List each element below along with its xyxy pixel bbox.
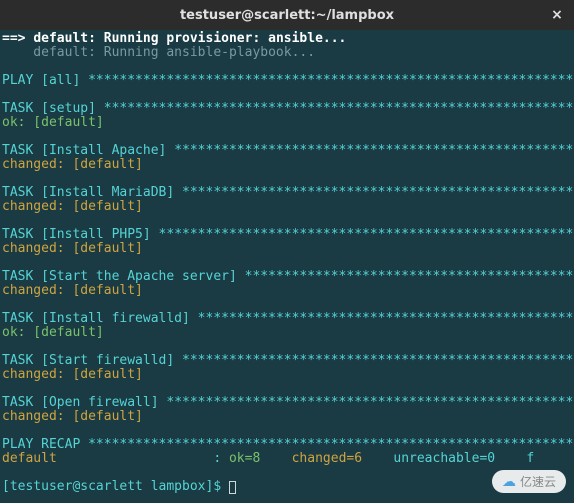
terminal-line xyxy=(2,256,572,270)
terminal-text: ok=8 xyxy=(229,451,260,466)
terminal-line: changed: [default] xyxy=(2,368,572,382)
terminal-line: TASK [Install MariaDB] *****************… xyxy=(2,186,572,200)
terminal-line: changed: [default] xyxy=(2,410,572,424)
terminal-text: ****************************************… xyxy=(198,311,574,326)
watermark-text: 亿速云 xyxy=(520,473,556,490)
terminal-line xyxy=(2,298,572,312)
terminal-text xyxy=(2,171,10,186)
terminal-line: PLAY RECAP *****************************… xyxy=(2,438,572,452)
cloud-icon: ☁ xyxy=(502,473,516,490)
terminal-text: default xyxy=(2,451,57,466)
terminal-text: ****************************************… xyxy=(159,227,574,242)
titlebar[interactable]: testuser@scarlett:~/lampbox × xyxy=(0,0,574,30)
terminal-line xyxy=(2,130,572,144)
terminal-text xyxy=(2,381,10,396)
terminal-text xyxy=(2,87,10,102)
terminal-text: TASK [Install firewalld] xyxy=(2,311,198,326)
terminal-text xyxy=(2,465,10,480)
terminal-line: changed: [default] xyxy=(2,242,572,256)
terminal-line xyxy=(2,424,572,438)
terminal-line: PLAY [all] *****************************… xyxy=(2,74,572,88)
terminal-text: changed: [default] xyxy=(2,199,143,214)
terminal-text: TASK [setup] xyxy=(2,101,104,116)
terminal-line: changed: [default] xyxy=(2,200,572,214)
terminal-line: TASK [Open firewall] *******************… xyxy=(2,396,572,410)
terminal-text: TASK [Start the Apache server] xyxy=(2,269,245,284)
terminal-text: TASK [Install Apache] xyxy=(2,143,174,158)
terminal-text: TASK [Install PHP5] xyxy=(2,227,159,242)
terminal-line: ok: [default] xyxy=(2,326,572,340)
terminal-text xyxy=(2,339,10,354)
terminal-text: changed: [default] xyxy=(2,409,143,424)
terminal-line: [testuser@scarlett lampbox]$ xyxy=(2,480,572,494)
terminal-line: ok: [default] xyxy=(2,116,572,130)
terminal-text: ****************************************… xyxy=(245,269,574,284)
terminal-text: changed: [default] xyxy=(2,367,143,382)
terminal-line: TASK [Install PHP5] ********************… xyxy=(2,228,572,242)
terminal-line: TASK [Start the Apache server] *********… xyxy=(2,270,572,284)
terminal-text: ok: [default] xyxy=(2,325,104,340)
terminal-line xyxy=(2,340,572,354)
terminal-line: TASK [setup] ***************************… xyxy=(2,102,572,116)
terminal-text: TASK [Install MariaDB] xyxy=(2,185,182,200)
terminal-line xyxy=(2,466,572,480)
terminal-output[interactable]: ==> default: Running provisioner: ansibl… xyxy=(0,30,574,496)
terminal-text: PLAY RECAP xyxy=(2,437,88,452)
terminal-line: TASK [Start firewalld] *****************… xyxy=(2,354,572,368)
terminal-text: TASK [Start firewalld] xyxy=(2,353,182,368)
terminal-line xyxy=(2,88,572,102)
terminal-text: TASK [Open firewall] xyxy=(2,395,166,410)
terminal-line xyxy=(2,382,572,396)
terminal-line: changed: [default] xyxy=(2,158,572,172)
window-title: testuser@scarlett:~/lampbox xyxy=(180,8,394,23)
terminal-line xyxy=(2,60,572,74)
terminal-text xyxy=(2,59,10,74)
cursor xyxy=(229,481,236,494)
terminal-text: : xyxy=(57,451,229,466)
terminal-text: ****************************************… xyxy=(88,437,574,452)
terminal-line: ==> default: Running provisioner: ansibl… xyxy=(2,32,572,46)
terminal-text xyxy=(2,129,10,144)
terminal-text: changed: [default] xyxy=(2,241,143,256)
terminal-text: ****************************************… xyxy=(174,143,574,158)
close-icon[interactable]: × xyxy=(548,6,566,24)
terminal-text: ****************************************… xyxy=(166,395,574,410)
terminal-text xyxy=(2,423,10,438)
terminal-text xyxy=(260,451,291,466)
terminal-text: changed: [default] xyxy=(2,157,143,172)
terminal-text: default: Running ansible-playbook... xyxy=(2,45,315,60)
terminal-line: changed: [default] xyxy=(2,284,572,298)
terminal-text: changed=6 xyxy=(292,451,362,466)
terminal-text: unreachable=0 f xyxy=(362,451,534,466)
terminal-text: changed: [default] xyxy=(2,283,143,298)
terminal-text: [testuser@scarlett lampbox]$ xyxy=(2,479,229,494)
terminal-text: ****************************************… xyxy=(182,185,574,200)
terminal-text: ok: [default] xyxy=(2,115,104,130)
terminal-line: default : ok=8 changed=6 unreachable=0 f xyxy=(2,452,572,466)
terminal-line: TASK [Install Apache] ******************… xyxy=(2,144,572,158)
terminal-text: ****************************************… xyxy=(104,101,574,116)
terminal-text: ****************************************… xyxy=(182,353,574,368)
terminal-text: default: Running provisioner: ansible... xyxy=(33,31,346,46)
terminal-text xyxy=(2,255,10,270)
terminal-line xyxy=(2,214,572,228)
terminal-line xyxy=(2,172,572,186)
terminal-line: TASK [Install firewalld] ***************… xyxy=(2,312,572,326)
terminal-line: default: Running ansible-playbook... xyxy=(2,46,572,60)
terminal-text xyxy=(2,213,10,228)
terminal-text xyxy=(2,297,10,312)
terminal-text: PLAY [all] xyxy=(2,73,88,88)
watermark: ☁ 亿速云 xyxy=(492,470,566,493)
terminal-text: ==> xyxy=(2,31,33,46)
terminal-text: ****************************************… xyxy=(88,73,574,88)
